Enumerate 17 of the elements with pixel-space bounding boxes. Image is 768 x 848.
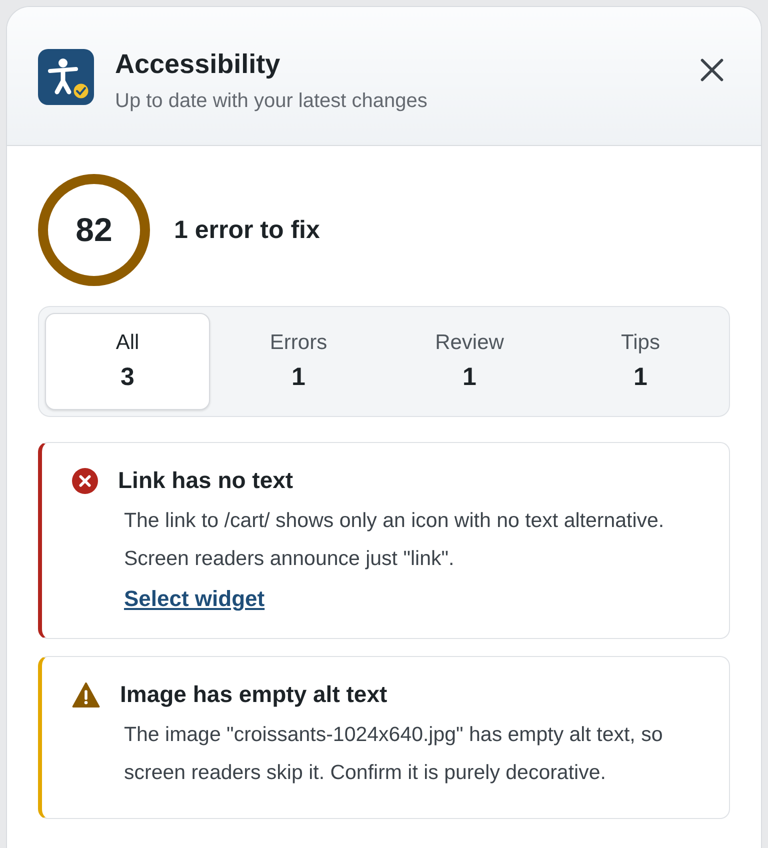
warning-icon — [72, 682, 100, 708]
filter-tab[interactable]: Tips 1 — [558, 313, 723, 410]
panel-subtitle: Up to date with your latest changes — [115, 90, 428, 113]
error-icon — [72, 468, 98, 494]
score-summary: 1 error to fix — [174, 216, 320, 244]
filter-tab[interactable]: All 3 — [45, 313, 210, 410]
issue-description: The link to /cart/ shows only an icon with no text alternative. Screen readers announce just "link". — [124, 508, 666, 572]
panel-title: Accessibility — [115, 48, 282, 81]
filter-tab[interactable]: Review 1 — [387, 313, 552, 410]
accessibility-icon — [38, 49, 94, 105]
filter-tab[interactable]: Errors 1 — [216, 313, 381, 410]
issue-title: Image has empty alt text — [120, 681, 388, 708]
score-ring: 82 — [38, 174, 150, 286]
close-icon — [699, 57, 725, 83]
select-widget-link[interactable]: Select widget — [124, 586, 265, 612]
issue-title: Link has no text — [118, 467, 294, 494]
issue-description: The image "croissants-1024x640.jpg" has empty alt text, so screen readers skip it. Confirm it is purely decorative. — [124, 722, 664, 786]
